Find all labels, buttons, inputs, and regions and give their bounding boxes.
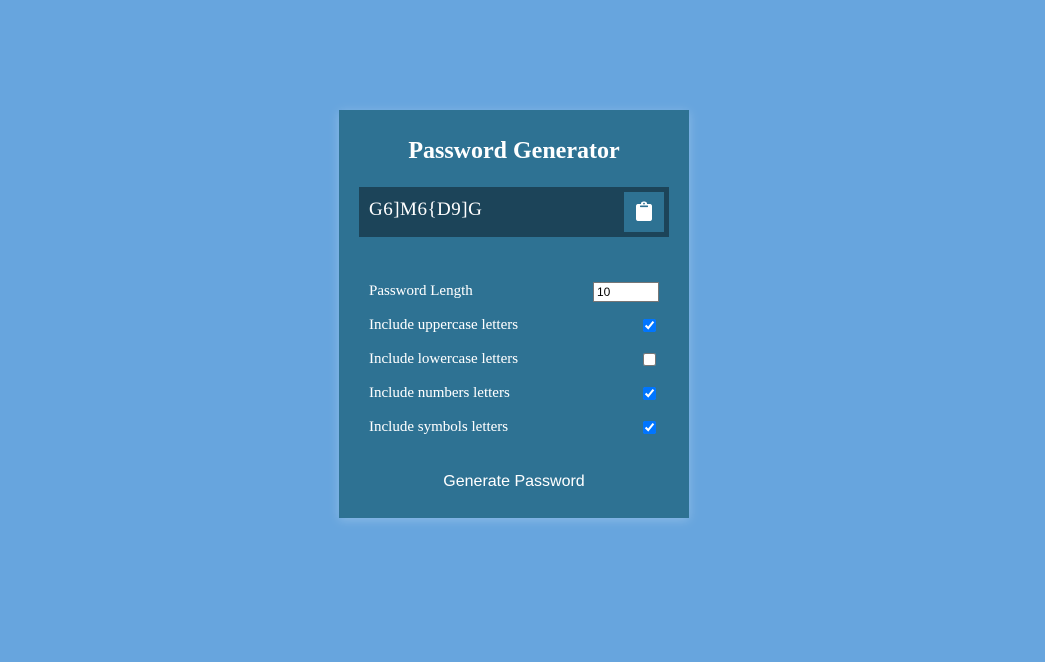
lowercase-label: Include lowercase letters xyxy=(369,351,519,367)
generated-password-text: G6]M6{D9]G xyxy=(369,199,483,220)
setting-lowercase: Include lowercase letters xyxy=(369,348,659,382)
setting-uppercase: Include uppercase letters xyxy=(369,314,659,348)
numbers-label: Include numbers letters xyxy=(369,385,510,401)
setting-length: Password Length xyxy=(369,280,659,314)
symbols-checkbox[interactable] xyxy=(643,421,656,434)
lowercase-checkbox[interactable] xyxy=(643,353,656,366)
uppercase-label: Include uppercase letters xyxy=(369,317,519,333)
symbols-label: Include symbols letters xyxy=(369,419,509,435)
password-generator-card: Password Generator G6]M6{D9]G Password L… xyxy=(339,110,689,518)
page-background: Password Generator G6]M6{D9]G Password L… xyxy=(0,0,1045,662)
password-result-container: G6]M6{D9]G xyxy=(359,187,669,237)
clipboard-icon xyxy=(636,201,652,224)
generate-password-button[interactable]: Generate Password xyxy=(339,470,689,494)
setting-numbers: Include numbers letters xyxy=(369,382,659,416)
length-input[interactable] xyxy=(593,282,659,302)
page-title: Password Generator xyxy=(408,138,620,164)
length-label: Password Length xyxy=(369,283,473,299)
copy-to-clipboard-button[interactable] xyxy=(624,192,664,232)
setting-symbols: Include symbols letters xyxy=(369,416,659,450)
numbers-checkbox[interactable] xyxy=(643,387,656,400)
uppercase-checkbox[interactable] xyxy=(643,319,656,332)
settings-panel: Password Length Include uppercase letter… xyxy=(369,280,659,450)
